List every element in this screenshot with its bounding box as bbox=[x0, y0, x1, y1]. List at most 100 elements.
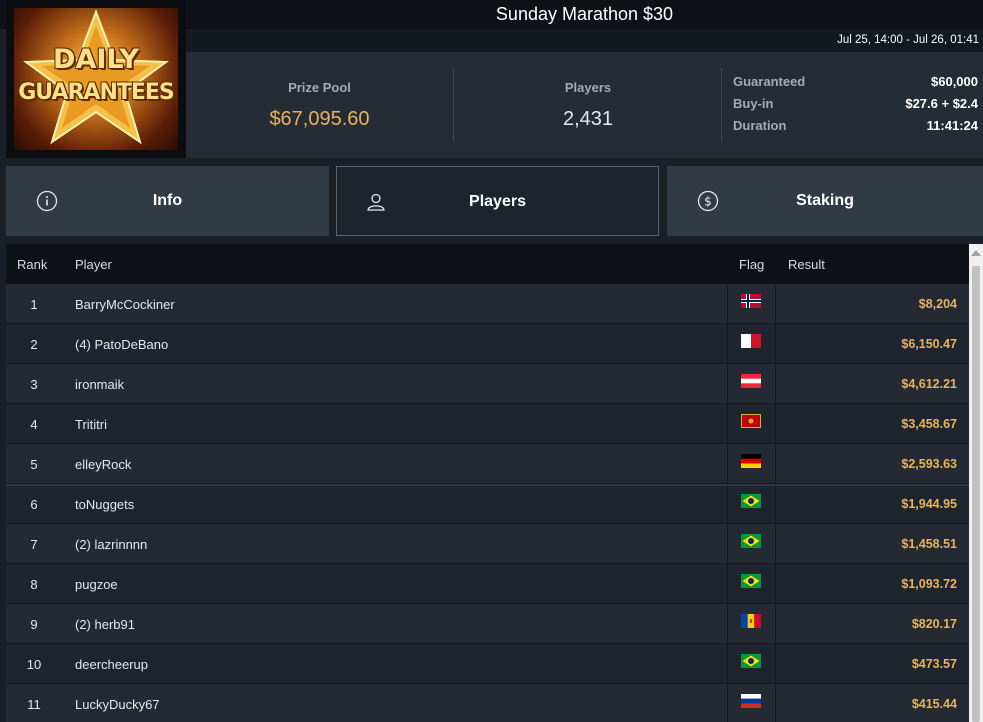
player-cell: BarryMcCockiner bbox=[75, 297, 175, 312]
tab-staking[interactable]: $ Staking bbox=[667, 166, 983, 236]
player-cell: pugzoe bbox=[75, 577, 118, 592]
flag-cell bbox=[727, 564, 776, 603]
table-row[interactable]: 9 (2) herb91 $820.17 bbox=[6, 604, 969, 644]
result-cell: $415.44 bbox=[911, 697, 957, 711]
flag-cell bbox=[727, 644, 776, 683]
player-cell: (4) PatoDeBano bbox=[75, 337, 169, 352]
player-cell: elleyRock bbox=[75, 457, 132, 472]
player-cell: deercheerup bbox=[75, 657, 148, 672]
rank-cell: 10 bbox=[26, 657, 42, 672]
players-table: 1 BarryMcCockiner $8,204 2 (4) PatoDeBan… bbox=[6, 284, 969, 722]
detail-value: 11:41:24 bbox=[926, 118, 978, 133]
result-cell: $4,612.21 bbox=[901, 377, 957, 391]
rank-cell: 11 bbox=[27, 697, 41, 712]
table-row[interactable]: 8 pugzoe $1,093.72 bbox=[6, 564, 969, 604]
detail-value: $27.6 + $2.4 bbox=[905, 96, 978, 111]
tab-players-label: Players bbox=[469, 193, 526, 210]
tournament-title: Sunday Marathon $30 bbox=[495, 4, 674, 24]
flag-cell bbox=[727, 524, 776, 563]
flag-germany-icon bbox=[741, 454, 761, 468]
flag-cell bbox=[727, 604, 776, 643]
header-result[interactable]: Result bbox=[788, 257, 825, 272]
result-cell: $1,093.72 bbox=[901, 577, 957, 591]
prize-pool-stat: Prize Pool $67,095.60 bbox=[186, 52, 453, 158]
tab-info-label: Info bbox=[152, 192, 183, 209]
detail-label: Duration bbox=[733, 118, 787, 133]
rank-cell: 1 bbox=[30, 297, 38, 312]
table-row[interactable]: 2 (4) PatoDeBano $6,150.47 bbox=[6, 324, 969, 364]
flag-brazil-icon bbox=[741, 654, 761, 668]
flag-cell bbox=[727, 684, 776, 722]
detail-label: Buy-in bbox=[733, 96, 774, 111]
star-icon bbox=[23, 9, 169, 145]
table-row[interactable]: 1 BarryMcCockiner $8,204 bbox=[6, 284, 969, 324]
result-cell: $820.17 bbox=[911, 617, 957, 631]
result-cell: $473.57 bbox=[911, 657, 957, 671]
detail-value: $60,000 bbox=[931, 74, 978, 89]
flag-moldova-icon bbox=[741, 614, 761, 628]
detail-guaranteed: Guaranteed $60,000 bbox=[733, 74, 978, 96]
rank-cell: 7 bbox=[30, 537, 38, 552]
logo-text-daily: DAILY bbox=[53, 44, 139, 75]
flag-cell bbox=[727, 444, 776, 483]
table-row[interactable]: 6 toNuggets $1,944.95 bbox=[6, 484, 969, 524]
flag-norway-icon bbox=[741, 294, 761, 308]
scroll-up-arrow-icon[interactable] bbox=[971, 250, 981, 256]
rank-cell: 6 bbox=[30, 497, 38, 512]
result-cell: $1,944.95 bbox=[901, 497, 957, 511]
player-cell: (2) lazrinnnn bbox=[75, 537, 148, 552]
flag-cell bbox=[727, 484, 776, 523]
flag-brazil-icon bbox=[741, 574, 761, 588]
table-row[interactable]: 11 LuckyDucky67 $415.44 bbox=[6, 684, 969, 722]
stats-panel: Prize Pool $67,095.60 Players 2,431 Guar… bbox=[186, 52, 983, 158]
flag-cell bbox=[727, 284, 776, 323]
tournament-logo: DAILY GUARANTEES bbox=[6, 0, 186, 158]
flag-brazil-icon bbox=[741, 494, 761, 508]
player-cell: LuckyDucky67 bbox=[75, 697, 160, 712]
header-rank[interactable]: Rank bbox=[17, 257, 47, 272]
flag-brazil-icon bbox=[741, 534, 761, 548]
table-row[interactable]: 7 (2) lazrinnnn $1,458.51 bbox=[6, 524, 969, 564]
logo-image: DAILY GUARANTEES bbox=[14, 8, 178, 150]
result-cell: $2,593.63 bbox=[901, 457, 957, 471]
section-divider bbox=[6, 484, 969, 486]
prize-pool-label: Prize Pool bbox=[288, 80, 351, 95]
flag-cell bbox=[727, 324, 776, 363]
scroll-thumb[interactable] bbox=[972, 266, 980, 722]
rank-cell: 5 bbox=[30, 457, 38, 472]
divider bbox=[721, 68, 722, 142]
tab-staking-label: Staking bbox=[796, 192, 854, 209]
player-cell: (2) herb91 bbox=[75, 617, 135, 632]
result-cell: $6,150.47 bbox=[901, 337, 957, 351]
table-row[interactable]: 4 Trititri $3,458.67 bbox=[6, 404, 969, 444]
detail-label: Guaranteed bbox=[733, 74, 806, 89]
logo-text-guarantees: GUARANTEES bbox=[18, 80, 175, 105]
result-cell: $3,458.67 bbox=[901, 417, 957, 431]
scrollbar[interactable] bbox=[969, 244, 983, 722]
players-stat: Players 2,431 bbox=[454, 52, 722, 158]
tab-info[interactable]: Info bbox=[6, 166, 329, 236]
result-cell: $1,458.51 bbox=[901, 537, 957, 551]
header-player[interactable]: Player bbox=[75, 257, 112, 272]
date-range: Jul 25, 14:00 - Jul 26, 01:41 bbox=[837, 34, 979, 46]
table-row[interactable]: 5 elleyRock $2,593.63 bbox=[6, 444, 969, 484]
flag-montenegro-icon bbox=[741, 414, 761, 428]
rank-cell: 8 bbox=[30, 577, 38, 592]
players-value: 2,431 bbox=[562, 108, 614, 130]
flag-russia-icon bbox=[741, 694, 761, 708]
flag-malta-icon bbox=[741, 334, 761, 348]
table-header: Rank Player Flag Result bbox=[6, 244, 969, 284]
players-label: Players bbox=[564, 80, 612, 95]
player-cell: toNuggets bbox=[75, 497, 135, 512]
table-row[interactable]: 10 deercheerup $473.57 bbox=[6, 644, 969, 684]
header-flag[interactable]: Flag bbox=[739, 257, 764, 272]
rank-cell: 3 bbox=[30, 377, 38, 392]
date-bar: Jul 25, 14:00 - Jul 26, 01:41 bbox=[186, 29, 983, 52]
result-cell: $8,204 bbox=[918, 297, 957, 311]
details-list: Guaranteed $60,000 Buy-in $27.6 + $2.4 D… bbox=[733, 74, 978, 140]
tab-players[interactable]: Players bbox=[336, 166, 659, 236]
prize-pool-value: $67,095.60 bbox=[269, 108, 370, 130]
rank-cell: 2 bbox=[30, 337, 38, 352]
table-row[interactable]: 3 ironmaik $4,612.21 bbox=[6, 364, 969, 404]
flag-cell bbox=[727, 364, 776, 403]
